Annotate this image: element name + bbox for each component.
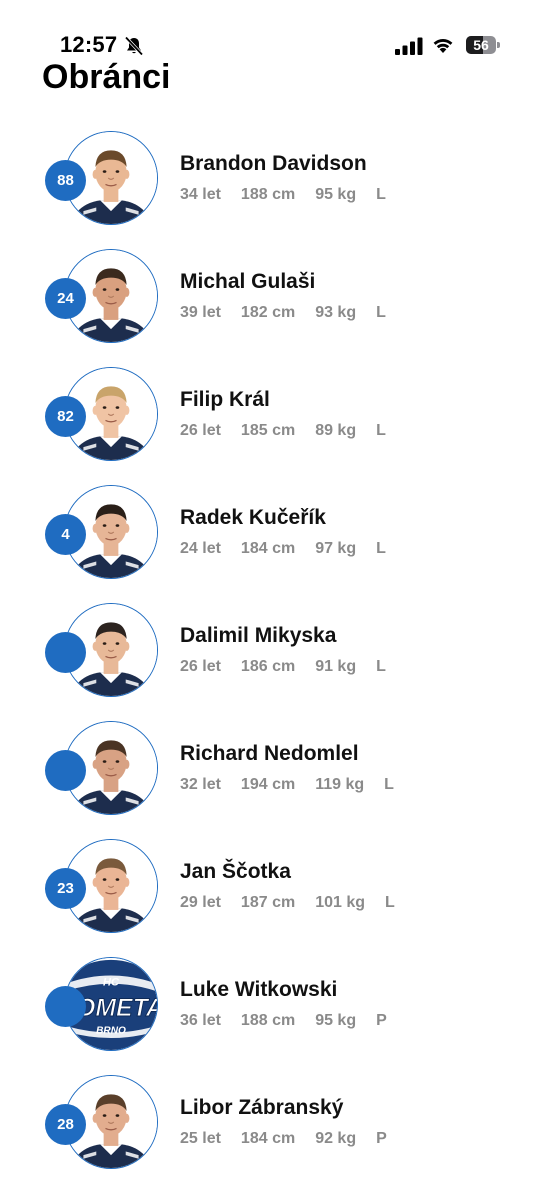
player-age: 24 let	[180, 540, 221, 557]
jersey-number-badge	[45, 986, 86, 1027]
player-name: Luke Witkowski	[180, 978, 338, 1001]
player-age: 26 let	[180, 658, 221, 675]
player-name: Brandon Davidson	[180, 152, 367, 175]
player-weight: 89 kg	[315, 422, 357, 439]
player-name: Libor Zábranský	[180, 1096, 344, 1119]
player-hand: L	[376, 658, 386, 675]
player-hand: P	[376, 1012, 387, 1029]
player-weight: 91 kg	[315, 658, 357, 675]
player-hand: P	[376, 1130, 387, 1147]
player-weight: 95 kg	[315, 186, 357, 203]
player-hand: L	[376, 304, 386, 321]
player-hand: L	[376, 540, 386, 557]
bell-slash-icon	[124, 36, 144, 56]
player-hand: L	[385, 894, 395, 911]
battery-indicator: 56	[466, 36, 500, 54]
player-stats: 25 let 184 cm 92 kg P	[180, 1128, 407, 1150]
jersey-number-badge	[45, 750, 86, 791]
player-age: 25 let	[180, 1130, 221, 1147]
player-age: 32 let	[180, 776, 221, 793]
jersey-number-badge: 28	[45, 1104, 86, 1145]
player-hand: L	[376, 422, 386, 439]
player-weight: 97 kg	[315, 540, 357, 557]
player-height: 187 cm	[240, 894, 296, 911]
jersey-number-badge: 4	[45, 514, 86, 555]
logo-text-bottom: BRNO	[96, 1025, 126, 1036]
player-row[interactable]: 82 Filip Král 26 let 185 cm 89 kg L	[0, 364, 552, 482]
player-weight: 92 kg	[315, 1130, 357, 1147]
logo-text-top: HC	[103, 977, 120, 989]
player-stats: 26 let 185 cm 89 kg L	[180, 420, 406, 442]
player-weight: 101 kg	[315, 894, 365, 911]
player-height: 185 cm	[240, 422, 296, 439]
jersey-number-badge: 23	[45, 868, 86, 909]
player-row[interactable]: 4 Radek Kučeřík 24 let 184 cm 97 kg L	[0, 482, 552, 600]
player-age: 39 let	[180, 304, 221, 321]
player-name: Jan Ščotka	[180, 860, 291, 883]
player-height: 182 cm	[240, 304, 296, 321]
player-stats: 29 let 187 cm 101 kg L	[180, 892, 415, 914]
player-height: 188 cm	[240, 1012, 296, 1029]
player-hand: L	[376, 186, 386, 203]
player-name: Michal Gulaši	[180, 270, 316, 293]
player-age: 29 let	[180, 894, 221, 911]
battery-level-text: 56	[473, 37, 489, 53]
player-name: Filip Král	[180, 388, 270, 411]
player-list: 88 Brandon Davidson 34 let 188 cm 95 kg L 24 Mi…	[0, 128, 552, 1190]
player-row[interactable]: 28 Libor Zábranský 25 let 184 cm 92 kg P	[0, 1072, 552, 1190]
player-row[interactable]: Dalimil Mikyska 26 let 186 cm 91 kg L	[0, 600, 552, 718]
player-stats: 32 let 194 cm 119 kg L	[180, 774, 414, 796]
player-name: Radek Kučeřík	[180, 506, 326, 529]
player-height: 184 cm	[240, 540, 296, 557]
player-row[interactable]: 24 Michal Gulaši 39 let 182 cm 93 kg L	[0, 246, 552, 364]
player-weight: 119 kg	[315, 776, 365, 793]
jersey-number-badge	[45, 632, 86, 673]
player-row[interactable]: 23 Jan Ščotka 29 let 187 cm 101 kg L	[0, 836, 552, 954]
jersey-number-badge: 88	[45, 160, 86, 201]
player-age: 26 let	[180, 422, 221, 439]
player-name: Dalimil Mikyska	[180, 624, 337, 647]
player-stats: 39 let 182 cm 93 kg L	[180, 302, 406, 324]
jersey-number-badge: 24	[45, 278, 86, 319]
player-height: 194 cm	[240, 776, 296, 793]
wifi-icon	[433, 38, 453, 53]
player-weight: 95 kg	[315, 1012, 357, 1029]
player-hand: L	[384, 776, 394, 793]
player-age: 36 let	[180, 1012, 221, 1029]
player-stats: 34 let 188 cm 95 kg L	[180, 184, 406, 206]
cellular-signal-icon	[395, 37, 423, 55]
player-weight: 93 kg	[315, 304, 357, 321]
player-height: 186 cm	[240, 658, 296, 675]
player-row[interactable]: Richard Nedomlel 32 let 194 cm 119 kg L	[0, 718, 552, 836]
player-stats: 36 let 188 cm 95 kg P	[180, 1010, 407, 1032]
page-title: Obránci	[42, 58, 171, 96]
player-age: 34 let	[180, 186, 221, 203]
player-row[interactable]: 88 Brandon Davidson 34 let 188 cm 95 kg L	[0, 128, 552, 246]
player-stats: 26 let 186 cm 91 kg L	[180, 656, 406, 678]
player-height: 184 cm	[240, 1130, 296, 1147]
jersey-number-badge: 82	[45, 396, 86, 437]
player-row[interactable]: HCKOMETABRNOLuke Witkowski36 let188 cm95…	[0, 954, 552, 1072]
player-stats: 24 let 184 cm 97 kg L	[180, 538, 406, 560]
player-name: Richard Nedomlel	[180, 742, 359, 765]
player-height: 188 cm	[240, 186, 296, 203]
